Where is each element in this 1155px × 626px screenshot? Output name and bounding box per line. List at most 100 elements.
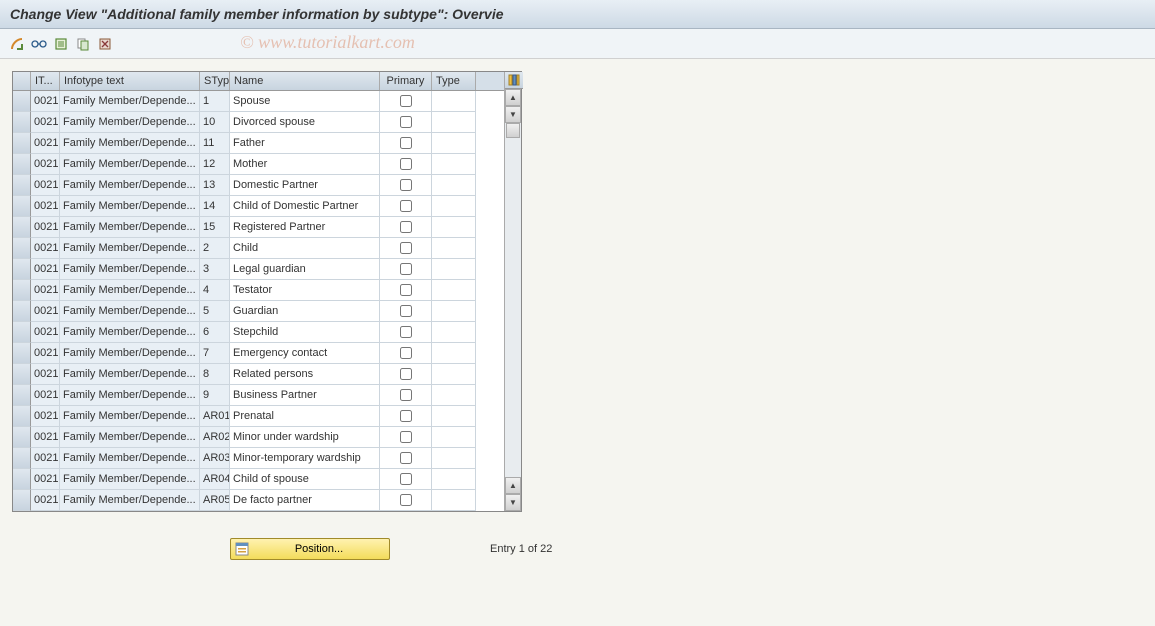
cell-primary[interactable]: [380, 448, 432, 469]
position-button[interactable]: Position...: [230, 538, 390, 560]
col-name[interactable]: Name: [230, 72, 380, 90]
primary-checkbox[interactable]: [400, 389, 412, 401]
primary-checkbox[interactable]: [400, 284, 412, 296]
cell-primary[interactable]: [380, 154, 432, 175]
table-row[interactable]: 0021Family Member/Depende...AR02Minor un…: [13, 427, 504, 448]
row-selector[interactable]: [13, 154, 31, 175]
cell-name[interactable]: Child of Domestic Partner: [230, 196, 380, 217]
cell-name[interactable]: Related persons: [230, 364, 380, 385]
table-row[interactable]: 0021Family Member/Depende...2Child: [13, 238, 504, 259]
col-select[interactable]: [13, 72, 31, 90]
cell-type[interactable]: [432, 91, 476, 112]
row-selector[interactable]: [13, 406, 31, 427]
cell-name[interactable]: Guardian: [230, 301, 380, 322]
primary-checkbox[interactable]: [400, 263, 412, 275]
cell-name[interactable]: Mother: [230, 154, 380, 175]
table-row[interactable]: 0021Family Member/Depende...AR01Prenatal: [13, 406, 504, 427]
row-selector[interactable]: [13, 343, 31, 364]
cell-name[interactable]: Stepchild: [230, 322, 380, 343]
cell-name[interactable]: De facto partner: [230, 490, 380, 511]
row-selector[interactable]: [13, 238, 31, 259]
cell-primary[interactable]: [380, 322, 432, 343]
row-selector[interactable]: [13, 175, 31, 196]
cell-type[interactable]: [432, 133, 476, 154]
cell-type[interactable]: [432, 301, 476, 322]
primary-checkbox[interactable]: [400, 494, 412, 506]
col-infotype-text[interactable]: Infotype text: [60, 72, 200, 90]
scroll-track[interactable]: [505, 123, 521, 477]
scroll-down-button[interactable]: ▼: [505, 106, 521, 123]
cell-type[interactable]: [432, 280, 476, 301]
scroll-down-button-bottom[interactable]: ▼: [505, 494, 521, 511]
row-selector[interactable]: [13, 196, 31, 217]
primary-checkbox[interactable]: [400, 452, 412, 464]
cell-type[interactable]: [432, 196, 476, 217]
cell-primary[interactable]: [380, 133, 432, 154]
cell-type[interactable]: [432, 175, 476, 196]
cell-type[interactable]: [432, 427, 476, 448]
cell-type[interactable]: [432, 154, 476, 175]
primary-checkbox[interactable]: [400, 347, 412, 359]
primary-checkbox[interactable]: [400, 305, 412, 317]
cell-type[interactable]: [432, 385, 476, 406]
new-entries-icon[interactable]: [52, 35, 70, 53]
cell-primary[interactable]: [380, 364, 432, 385]
cell-primary[interactable]: [380, 343, 432, 364]
table-row[interactable]: 0021Family Member/Depende...13Domestic P…: [13, 175, 504, 196]
cell-primary[interactable]: [380, 490, 432, 511]
primary-checkbox[interactable]: [400, 410, 412, 422]
row-selector[interactable]: [13, 322, 31, 343]
cell-name[interactable]: Minor-temporary wardship: [230, 448, 380, 469]
table-row[interactable]: 0021Family Member/Depende...1Spouse: [13, 91, 504, 112]
col-styp[interactable]: STyp: [200, 72, 230, 90]
row-selector[interactable]: [13, 217, 31, 238]
cell-primary[interactable]: [380, 238, 432, 259]
vertical-scrollbar[interactable]: ▲ ▼ ▲ ▼: [504, 72, 521, 511]
table-row[interactable]: 0021Family Member/Depende...12Mother: [13, 154, 504, 175]
col-type[interactable]: Type: [432, 72, 476, 90]
table-row[interactable]: 0021Family Member/Depende...14Child of D…: [13, 196, 504, 217]
row-selector[interactable]: [13, 427, 31, 448]
table-row[interactable]: 0021Family Member/Depende...4Testator: [13, 280, 504, 301]
cell-type[interactable]: [432, 448, 476, 469]
cell-primary[interactable]: [380, 112, 432, 133]
cell-name[interactable]: Spouse: [230, 91, 380, 112]
table-settings-icon[interactable]: [505, 72, 523, 89]
cell-name[interactable]: Testator: [230, 280, 380, 301]
col-primary[interactable]: Primary: [380, 72, 432, 90]
primary-checkbox[interactable]: [400, 221, 412, 233]
cell-primary[interactable]: [380, 469, 432, 490]
row-selector[interactable]: [13, 112, 31, 133]
cell-type[interactable]: [432, 238, 476, 259]
cell-primary[interactable]: [380, 385, 432, 406]
row-selector[interactable]: [13, 259, 31, 280]
cell-primary[interactable]: [380, 91, 432, 112]
table-row[interactable]: 0021Family Member/Depende...3Legal guard…: [13, 259, 504, 280]
primary-checkbox[interactable]: [400, 326, 412, 338]
cell-type[interactable]: [432, 217, 476, 238]
copy-icon[interactable]: [74, 35, 92, 53]
cell-name[interactable]: Domestic Partner: [230, 175, 380, 196]
cell-type[interactable]: [432, 364, 476, 385]
cell-name[interactable]: Minor under wardship: [230, 427, 380, 448]
scroll-thumb[interactable]: [506, 123, 520, 138]
cell-primary[interactable]: [380, 217, 432, 238]
table-row[interactable]: 0021Family Member/Depende...6Stepchild: [13, 322, 504, 343]
row-selector[interactable]: [13, 91, 31, 112]
primary-checkbox[interactable]: [400, 116, 412, 128]
row-selector[interactable]: [13, 301, 31, 322]
cell-type[interactable]: [432, 406, 476, 427]
cell-primary[interactable]: [380, 406, 432, 427]
table-row[interactable]: 0021Family Member/Depende...8Related per…: [13, 364, 504, 385]
table-row[interactable]: 0021Family Member/Depende...5Guardian: [13, 301, 504, 322]
table-row[interactable]: 0021Family Member/Depende...AR05De facto…: [13, 490, 504, 511]
row-selector[interactable]: [13, 280, 31, 301]
row-selector[interactable]: [13, 364, 31, 385]
table-row[interactable]: 0021Family Member/Depende...9Business Pa…: [13, 385, 504, 406]
glasses-icon[interactable]: [30, 35, 48, 53]
table-row[interactable]: 0021Family Member/Depende...11Father: [13, 133, 504, 154]
cell-name[interactable]: Emergency contact: [230, 343, 380, 364]
cell-primary[interactable]: [380, 259, 432, 280]
cell-type[interactable]: [432, 259, 476, 280]
table-row[interactable]: 0021Family Member/Depende...7Emergency c…: [13, 343, 504, 364]
